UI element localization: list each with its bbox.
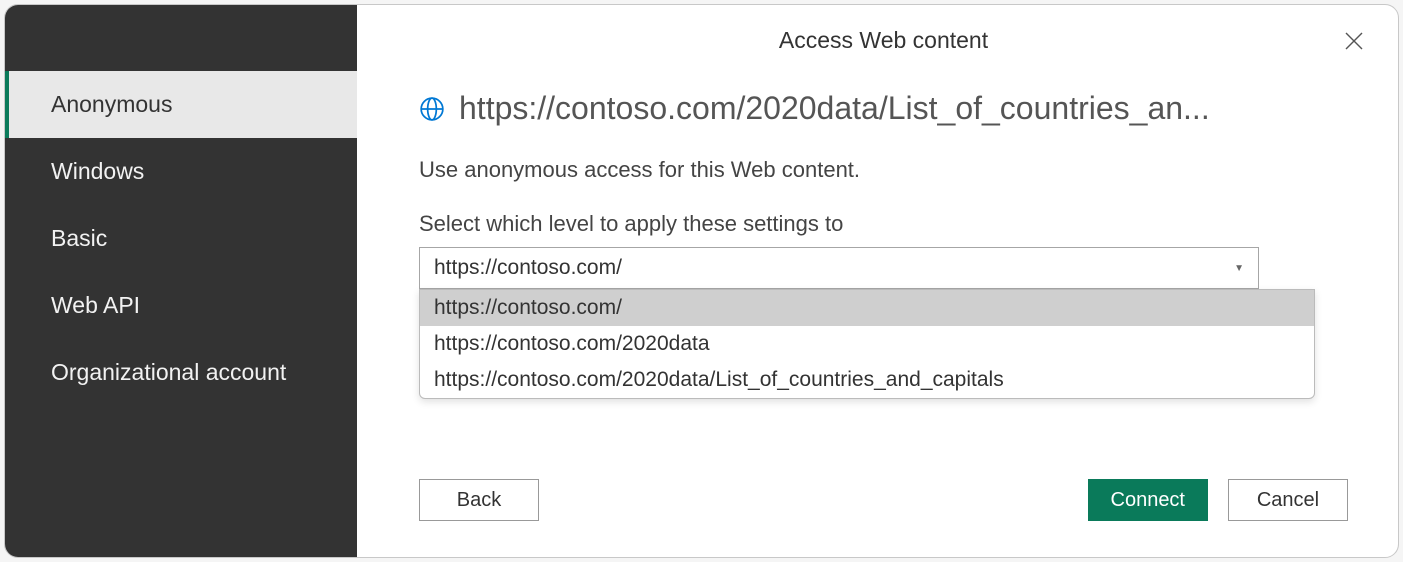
instruction-text: Use anonymous access for this Web conten… [419,157,1348,183]
globe-icon [419,96,445,122]
level-select[interactable]: https://contoso.com/ ▼ [419,247,1259,289]
dropdown-option[interactable]: https://contoso.com/2020data [420,326,1314,362]
dialog-title: Access Web content [419,27,1348,54]
sidebar-item-basic[interactable]: Basic [5,205,357,272]
access-web-content-dialog: Anonymous Windows Basic Web API Organiza… [4,4,1399,558]
main-panel: Access Web content https://contoso.com/2… [357,5,1398,557]
sidebar-item-anonymous[interactable]: Anonymous [5,71,357,138]
back-button[interactable]: Back [419,479,539,521]
cancel-button[interactable]: Cancel [1228,479,1348,521]
sidebar-item-windows[interactable]: Windows [5,138,357,205]
url-display: https://contoso.com/2020data/List_of_cou… [459,90,1210,127]
sidebar-item-web-api[interactable]: Web API [5,272,357,339]
level-select-container: https://contoso.com/ ▼ https://contoso.c… [419,247,1259,289]
url-row: https://contoso.com/2020data/List_of_cou… [419,90,1348,127]
chevron-down-icon: ▼ [1234,263,1244,274]
level-select-dropdown: https://contoso.com/ https://contoso.com… [419,289,1315,399]
button-row: Back Connect Cancel [419,451,1348,527]
auth-method-sidebar: Anonymous Windows Basic Web API Organiza… [5,5,357,557]
connect-button[interactable]: Connect [1088,479,1209,521]
level-select-value: https://contoso.com/ [434,256,622,280]
dropdown-option[interactable]: https://contoso.com/ [420,290,1314,326]
sidebar-item-organizational-account[interactable]: Organizational account [5,339,357,406]
select-level-label: Select which level to apply these settin… [419,211,1348,237]
dropdown-option[interactable]: https://contoso.com/2020data/List_of_cou… [420,362,1314,398]
close-icon[interactable] [1342,29,1366,53]
